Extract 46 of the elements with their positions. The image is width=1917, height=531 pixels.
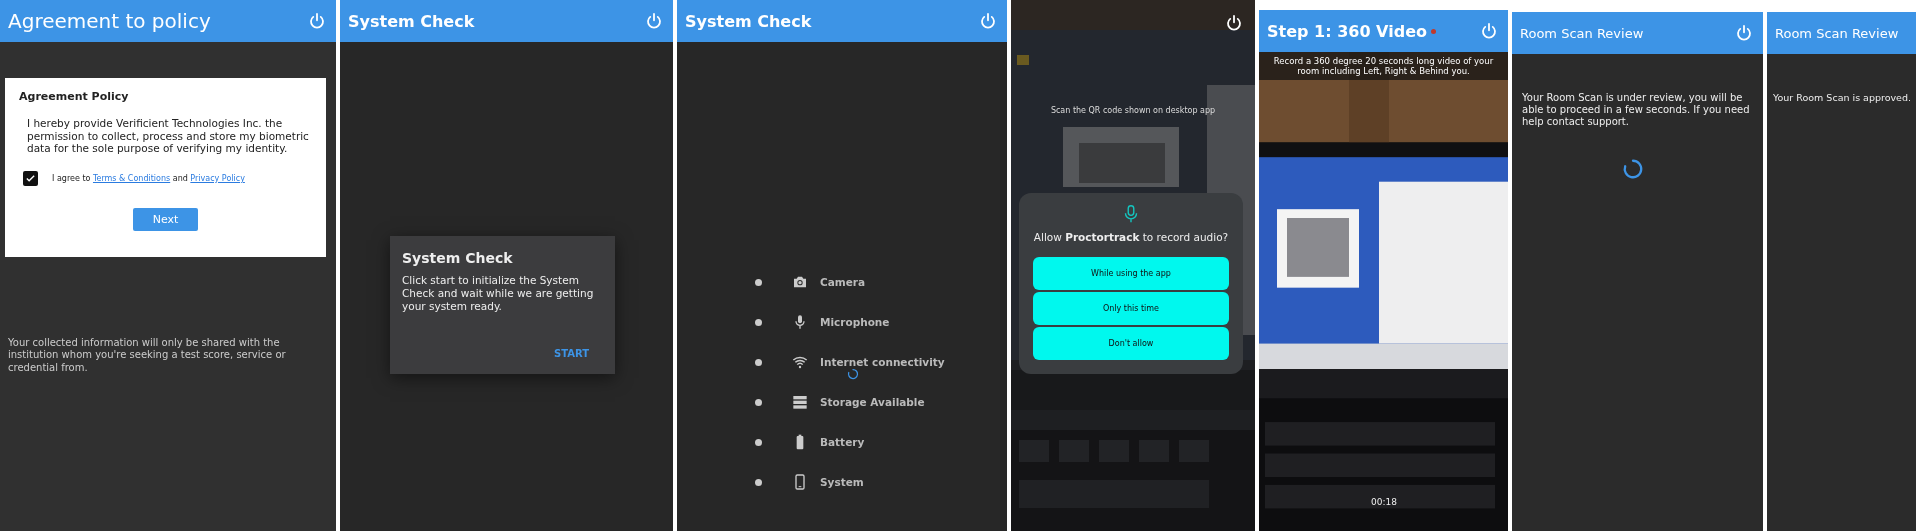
status-dot (755, 398, 762, 406)
check-label: Microphone (820, 316, 890, 328)
permission-option[interactable]: While using the app (1033, 257, 1229, 290)
check-icon (25, 172, 36, 184)
permission-option[interactable]: Don't allow (1033, 327, 1229, 360)
status-dot (755, 438, 762, 446)
check-label: System (820, 476, 864, 488)
permission-prompt: Allow Proctortrack to record audio? (1033, 231, 1229, 243)
privacy-note: Your collected information will only be shared with the institution whom you're seeking a test score, service or credential from. (8, 336, 287, 375)
check-label: Internet connectivity (820, 356, 945, 368)
status-dot (755, 358, 762, 366)
checkbox[interactable] (23, 170, 38, 186)
screen-title: Room Scan Review (1775, 25, 1899, 41)
dialog-text: Click start to initialize the System Check and wait while we are getting your system ready. (402, 274, 595, 314)
screen-title: Room Scan Review (1520, 25, 1644, 41)
camera-icon (792, 274, 808, 290)
check-label: Battery (820, 436, 865, 448)
next-button[interactable]: Next (132, 207, 199, 231)
review-message: Your Room Scan is approved. (1773, 92, 1912, 104)
power-icon[interactable] (1225, 14, 1243, 32)
consent-text: I agree to Terms & Conditions and Privacy Policy (52, 173, 245, 183)
review-message: Your Room Scan is under review, you will be able to proceed in a few seconds. If you need help contact support. (1522, 92, 1751, 128)
status-dot (755, 478, 762, 486)
terms-link[interactable]: Terms & Conditions (92, 173, 171, 183)
wifi-icon (792, 354, 808, 370)
phone-icon (792, 474, 808, 490)
dialog-title: System Check (402, 250, 514, 266)
privacy-link[interactable]: Privacy Policy (190, 173, 245, 183)
screen-title: Agreement to policy (8, 9, 211, 33)
microphone-icon (1124, 205, 1138, 223)
status-dot (755, 278, 762, 286)
permission-option[interactable]: Only this time (1033, 292, 1229, 325)
screen-title: System Check (685, 11, 812, 31)
check-label: Storage Available (820, 396, 925, 408)
check-label: Camera (820, 276, 866, 288)
screen-title: System Check (348, 11, 475, 31)
start-button[interactable]: START (547, 347, 595, 361)
screen-title: Step 1: 360 Video (1267, 21, 1427, 41)
recording-timer: 00:18 (1371, 497, 1397, 507)
status-dot (755, 318, 762, 326)
agreement-text: I hereby provide Verificient Technologies Inc. the permission to collect, process and store my biometric data for the sole purpose of verifying my identity. (27, 117, 310, 155)
instruction-text: Record a 360 degree 20 seconds long video of your room including Left, Right & Behind you. (1259, 52, 1508, 81)
microphone-icon (792, 314, 808, 330)
scan-caption: Scan the QR code shown on desktop app (1049, 106, 1217, 115)
card-heading: Agreement Policy (19, 90, 130, 103)
storage-icon (792, 394, 808, 410)
